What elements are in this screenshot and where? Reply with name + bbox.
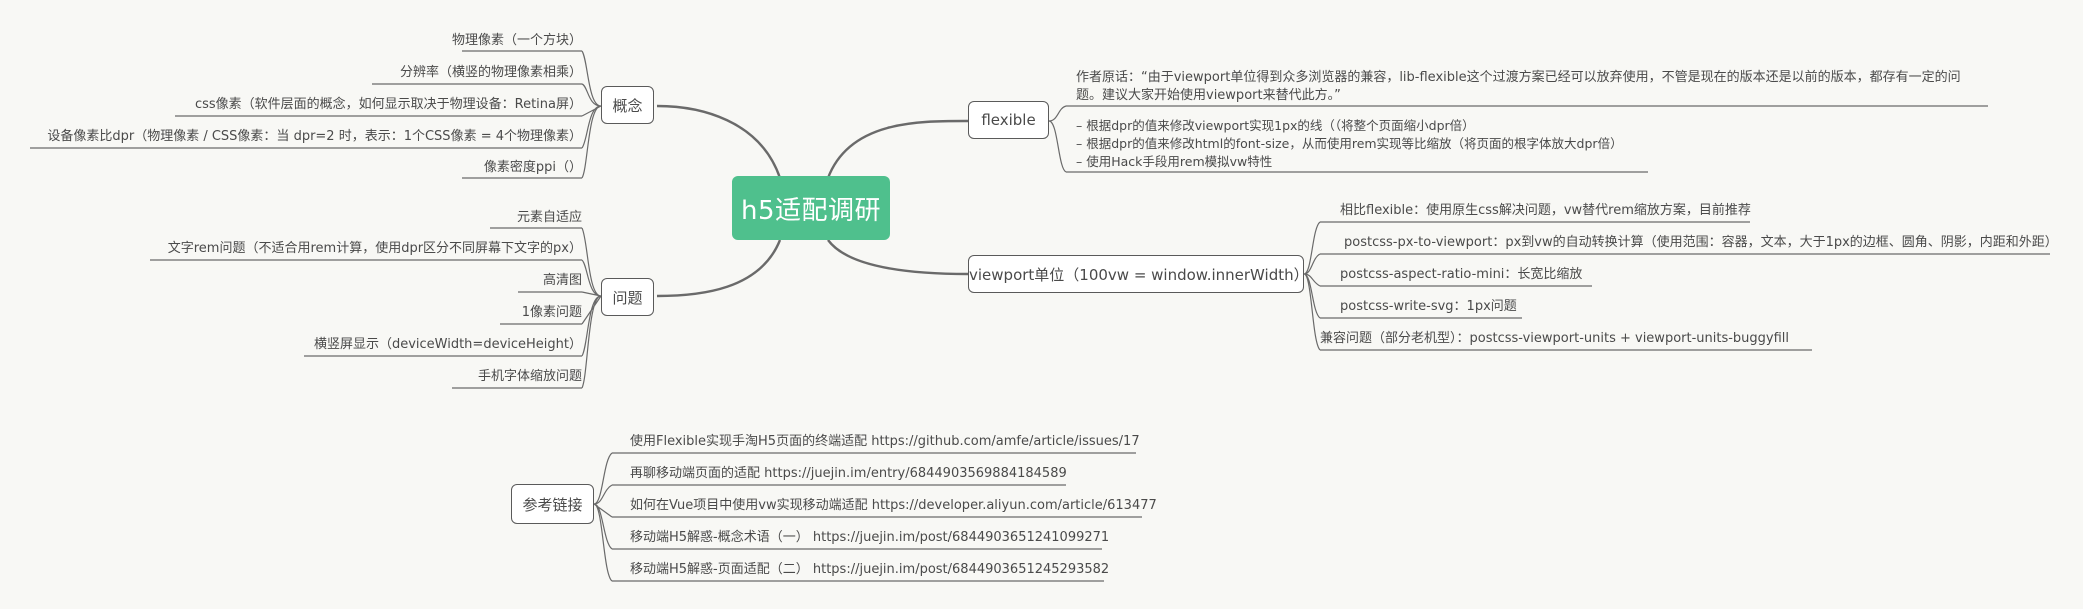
reference-link[interactable]: 再聊移动端页面的适配 https://juejin.im/entry/68449… [630,466,1067,482]
problem-item[interactable]: 1像素问题 [522,305,582,321]
concept-item[interactable]: 物理像素（一个方块） [452,33,582,49]
topic-concept[interactable]: 概念 [601,86,654,124]
concept-item[interactable]: 像素密度ppi（） [484,160,582,176]
problem-item[interactable]: 文字rem问题（不适合用rem计算，使用dpr区分不同屏幕下文字的px） [168,241,582,257]
topic-viewport[interactable]: viewport单位（100vw = window.innerWidth） [968,255,1309,293]
flexible-bullet[interactable]: – 根据dpr的值来修改html的font-size，从而使用rem实现等比缩放… [1076,135,1623,153]
link-root-problems [656,239,782,298]
root-topic[interactable]: h5适配调研 [732,176,890,240]
flexible-bullet[interactable]: – 使用Hack手段用rem模拟vw特性 [1076,153,1272,171]
topic-flexible[interactable]: flexible [968,101,1049,139]
connector-problems [581,227,602,389]
connector-flexible [1048,105,1067,173]
topic-references[interactable]: 参考链接 [511,484,594,524]
concept-item[interactable]: css像素（软件层面的概念，如何显示取决于物理设备：Retina屏） [195,97,582,113]
reference-link[interactable]: 移动端H5解惑-页面适配（二） https://juejin.im/post/6… [630,562,1109,578]
viewport-item[interactable]: 兼容问题（部分老机型）：postcss-viewport-units + vie… [1320,331,1789,347]
viewport-item[interactable]: 相比flexible：使用原生css解决问题，vw替代rem缩放方案，目前推荐 [1340,203,1751,219]
flexible-quote-line[interactable]: 作者原话：“由于viewport单位得到众多浏览器的兼容，lib-flexibl… [1076,69,1961,87]
connector-concept [581,50,602,179]
connector-lines [30,50,2050,582]
link-root-concept [656,104,782,179]
topic-problems[interactable]: 问题 [601,278,654,316]
flexible-quote-line[interactable]: 题。建议大家开始使用viewport来替代此方。” [1076,87,1341,105]
viewport-item[interactable]: postcss-aspect-ratio-mini：长宽比缩放 [1340,267,1582,283]
reference-link[interactable]: 使用Flexible实现手淘H5页面的终端适配 https://github.c… [630,434,1140,450]
link-root-viewport [827,239,969,276]
reference-link[interactable]: 移动端H5解惑-概念术语（一） https://juejin.im/post/6… [630,530,1109,546]
reference-link[interactable]: 如何在Vue项目中使用vw实现移动端适配 https://developer.a… [630,498,1157,514]
concept-item[interactable]: 设备像素比dpr（物理像素 / CSS像素：当 dpr=2 时，表示：1个CSS… [47,129,582,145]
viewport-item[interactable]: postcss-px-to-viewport：px到vw的自动转换计算（使用范围… [1344,235,2058,251]
connector-viewport [1303,221,1321,351]
connector-refs [593,452,613,582]
viewport-item[interactable]: postcss-write-svg：1px问题 [1340,299,1517,315]
concept-item[interactable]: 分辨率（横竖的物理像素相乘） [400,65,582,81]
problem-item[interactable]: 横竖屏显示（deviceWidth=deviceHeight） [314,337,582,353]
problem-item[interactable]: 元素自适应 [517,210,582,226]
link-root-flexible [826,119,969,179]
flexible-bullet[interactable]: – 根据dpr的值来修改viewport实现1px的线（（将整个页面缩小dpr倍… [1076,117,1475,135]
problem-item[interactable]: 手机字体缩放问题 [478,369,582,385]
mindmap-canvas: h5适配调研 概念 问题 flexible viewport单位（100vw =… [0,0,2083,609]
problem-item[interactable]: 高清图 [543,273,582,289]
